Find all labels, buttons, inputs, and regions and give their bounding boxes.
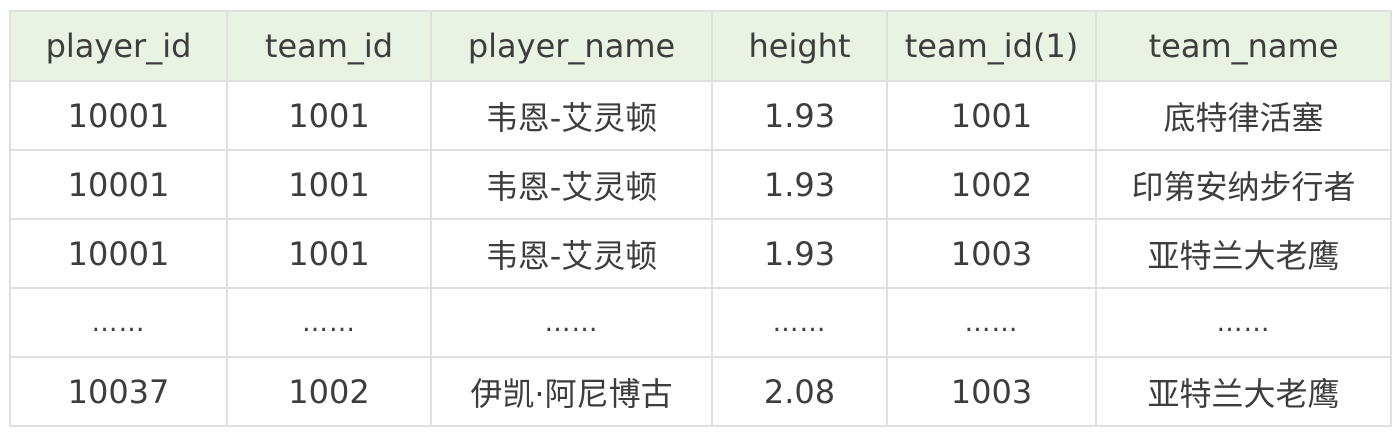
header-row: player_id team_id player_name height tea… bbox=[9, 10, 1392, 82]
cell-team-name: 亚特兰大老鹰 bbox=[1095, 218, 1392, 289]
table-row: 10001 1001 韦恩-艾灵顿 1.93 1002 印第安纳步行者 bbox=[9, 149, 1392, 220]
cell-player-name: 伊凯·阿尼博古 bbox=[430, 356, 713, 427]
header-height: height bbox=[711, 10, 888, 82]
table-row: 10001 1001 韦恩-艾灵顿 1.93 1001 底特律活塞 bbox=[9, 80, 1392, 151]
cell-player-name: 韦恩-艾灵顿 bbox=[430, 80, 713, 151]
cell-team-id-1: 1002 bbox=[886, 149, 1097, 220]
cell-team-name: 亚特兰大老鹰 bbox=[1095, 356, 1392, 427]
header-team-name: team_name bbox=[1095, 10, 1392, 82]
cell-player-name: 韦恩-艾灵顿 bbox=[430, 218, 713, 289]
cell-team-id-1: 1001 bbox=[886, 80, 1097, 151]
ellipsis-row: …… …… …… …… …… …… bbox=[9, 287, 1392, 358]
header-team-id-1: team_id(1) bbox=[886, 10, 1097, 82]
ellipsis-cell: …… bbox=[226, 287, 432, 358]
cell-team-id: 1001 bbox=[226, 218, 432, 289]
ellipsis-cell: …… bbox=[711, 287, 888, 358]
cell-height: 1.93 bbox=[711, 149, 888, 220]
cell-player-id: 10037 bbox=[9, 356, 228, 427]
cell-team-id: 1002 bbox=[226, 356, 432, 427]
cell-height: 1.93 bbox=[711, 218, 888, 289]
cell-player-id: 10001 bbox=[9, 218, 228, 289]
header-player-name: player_name bbox=[430, 10, 713, 82]
cell-height: 1.93 bbox=[711, 80, 888, 151]
ellipsis-cell: …… bbox=[9, 287, 228, 358]
cell-player-id: 10001 bbox=[9, 149, 228, 220]
cell-team-id-1: 1003 bbox=[886, 218, 1097, 289]
cell-height: 2.08 bbox=[711, 356, 888, 427]
table-row: 10001 1001 韦恩-艾灵顿 1.93 1003 亚特兰大老鹰 bbox=[9, 218, 1392, 289]
cell-team-id: 1001 bbox=[226, 80, 432, 151]
join-result-table: player_id team_id player_name height tea… bbox=[9, 10, 1392, 427]
ellipsis-cell: …… bbox=[1095, 287, 1392, 358]
cell-team-id-1: 1003 bbox=[886, 356, 1097, 427]
ellipsis-cell: …… bbox=[430, 287, 713, 358]
ellipsis-cell: …… bbox=[886, 287, 1097, 358]
cell-team-id: 1001 bbox=[226, 149, 432, 220]
result-table-container: player_id team_id player_name height tea… bbox=[9, 10, 1392, 427]
header-player-id: player_id bbox=[9, 10, 228, 82]
cell-player-name: 韦恩-艾灵顿 bbox=[430, 149, 713, 220]
table-row: 10037 1002 伊凯·阿尼博古 2.08 1003 亚特兰大老鹰 bbox=[9, 356, 1392, 427]
cell-team-name: 印第安纳步行者 bbox=[1095, 149, 1392, 220]
cell-player-id: 10001 bbox=[9, 80, 228, 151]
cell-team-name: 底特律活塞 bbox=[1095, 80, 1392, 151]
header-team-id: team_id bbox=[226, 10, 432, 82]
